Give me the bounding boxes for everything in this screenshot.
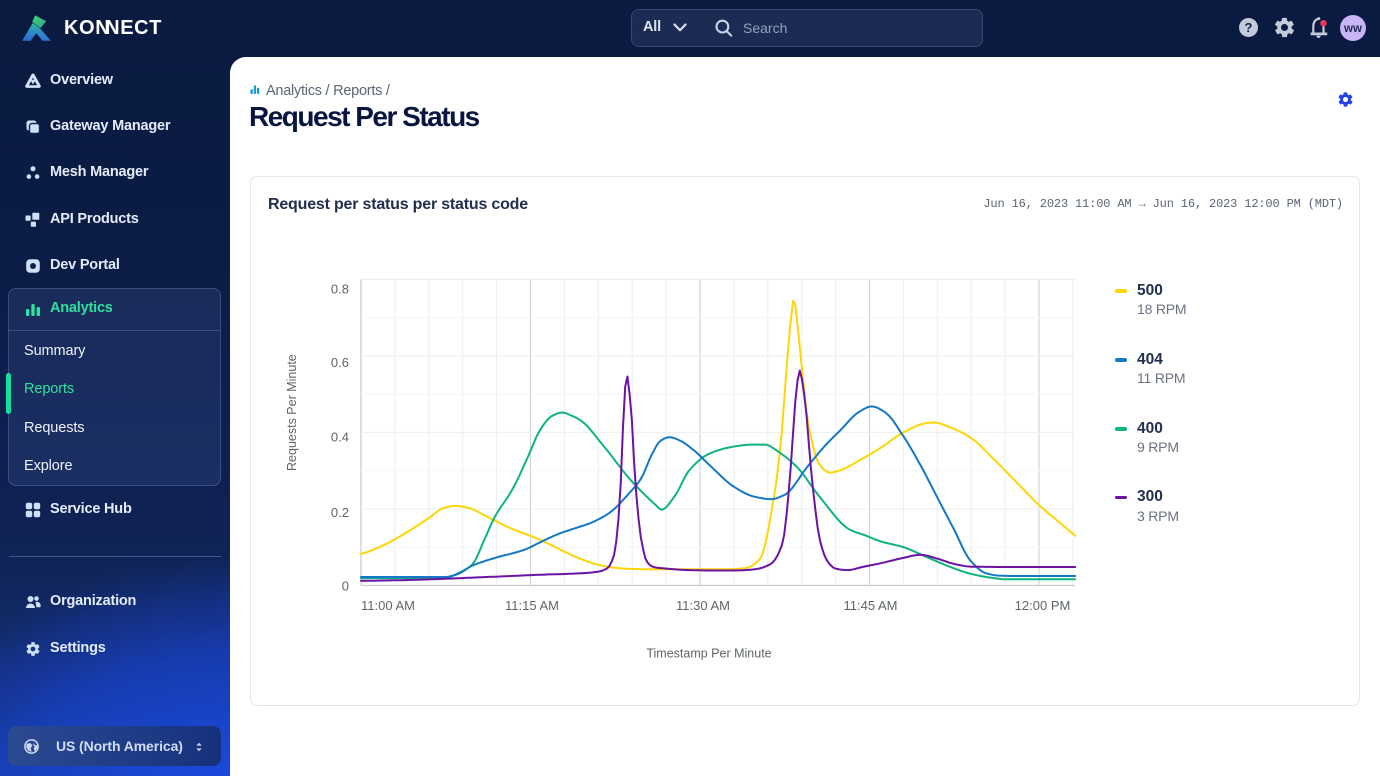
svg-text:0.2: 0.2 <box>331 505 349 520</box>
svg-text:11:30 AM: 11:30 AM <box>676 598 730 613</box>
svg-text:11:15 AM: 11:15 AM <box>505 598 559 613</box>
svg-text:0.6: 0.6 <box>331 355 349 370</box>
svg-text:Timestamp Per Minute: Timestamp Per Minute <box>646 646 771 660</box>
svg-text:Requests Per Minute: Requests Per Minute <box>285 354 299 471</box>
svg-text:0: 0 <box>342 579 349 594</box>
svg-text:12:00 PM: 12:00 PM <box>1015 598 1071 613</box>
svg-text:11:45 AM: 11:45 AM <box>844 598 898 613</box>
svg-text:11:00 AM: 11:00 AM <box>361 598 415 613</box>
svg-text:0.8: 0.8 <box>331 281 349 296</box>
svg-text:0.4: 0.4 <box>331 430 349 445</box>
